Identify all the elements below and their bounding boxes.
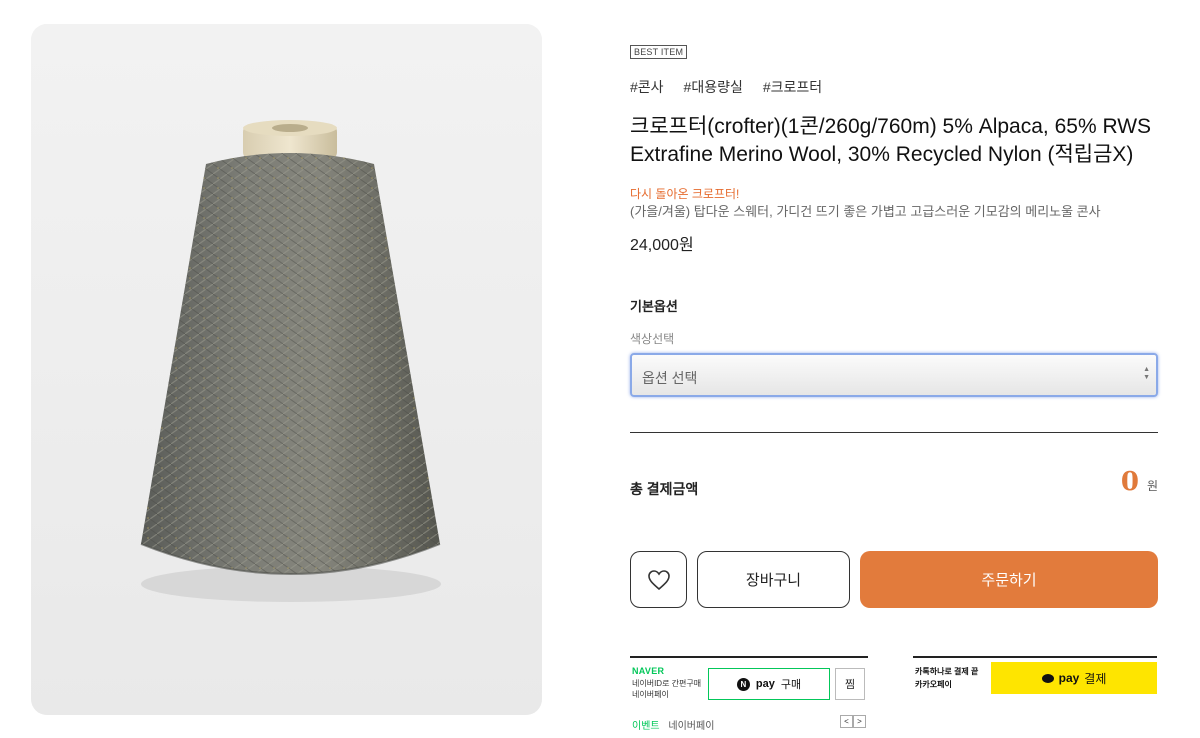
naverpay-zzim-button[interactable]: 찜 <box>835 668 865 700</box>
product-title: 크로프터(crofter)(1콘/260g/760m) 5% Alpaca, 6… <box>630 115 1152 166</box>
select-value: 옵션 선택 <box>642 370 698 386</box>
total-row: 총 결제금액 0 원 <box>630 467 1158 503</box>
tag-cone-yarn[interactable]: #콘사 <box>630 77 664 97</box>
naver-n-icon: N <box>736 677 750 691</box>
product-price: 24,000원 <box>630 237 694 254</box>
select-arrows-icon: ▲ ▼ <box>1143 366 1150 381</box>
option-section-title: 기본옵션 <box>630 299 678 314</box>
npay-buy-text: 구매 <box>780 679 802 691</box>
order-button[interactable]: 주문하기 <box>860 551 1158 608</box>
naverpay-event-text: 네이버페이 <box>668 721 715 732</box>
naverpay-subtitle-1: 네이버ID로 간편구매 <box>632 679 702 688</box>
product-info: BEST ITEM #콘사 #대용량실 #크로프터 크로프터(crofter)(… <box>630 42 1158 608</box>
kpay-label-text: 결제 <box>1084 671 1107 686</box>
total-amount: 0 원 <box>1121 467 1158 497</box>
naver-logo: NAVER <box>632 666 665 676</box>
tag-list: #콘사 #대용량실 #크로프터 <box>630 77 1158 97</box>
npay-pay-text: pay <box>755 678 775 690</box>
heart-icon <box>647 569 670 590</box>
naverpay-panel: NAVER 네이버ID로 간편구매 네이버페이 N pay 구매 찜 이벤트 네… <box>630 656 868 732</box>
kakaopay-line-2: 카카오페이 <box>915 680 952 689</box>
naverpay-event-row: 이벤트 네이버페이 < > <box>632 715 866 732</box>
yarn-cone-image <box>31 24 542 715</box>
total-label: 총 결제금액 <box>630 481 699 497</box>
kpay-pay-text: pay <box>1058 671 1080 685</box>
naverpay-event-label[interactable]: 이벤트 <box>632 721 660 732</box>
tag-large-yarn[interactable]: #대용량실 <box>684 77 743 97</box>
naverpay-info: NAVER 네이버ID로 간편구매 네이버페이 <box>632 666 701 700</box>
promo-text: 다시 돌아온 크로프터! <box>630 187 740 201</box>
kakao-bubble-icon <box>1041 673 1054 683</box>
next-arrow-icon[interactable]: > <box>853 715 866 728</box>
naverpay-buy-button[interactable]: N pay 구매 <box>708 668 830 700</box>
add-to-cart-button[interactable]: 장바구니 <box>697 551 850 608</box>
product-description: (가을/겨울) 탑다운 스웨터, 가디건 뜨기 좋은 가볍고 고급스러운 기모감… <box>630 204 1101 219</box>
action-buttons: 장바구니 주문하기 <box>630 551 1158 608</box>
prev-arrow-icon[interactable]: < <box>840 715 853 728</box>
total-unit: 원 <box>1146 479 1158 493</box>
product-image <box>31 24 542 715</box>
best-item-badge: BEST ITEM <box>630 45 688 59</box>
total-value: 0 <box>1120 467 1139 497</box>
kakaopay-line-1: 카톡하나로 결제 끝 <box>915 667 979 676</box>
color-option-select[interactable]: 옵션 선택 ▲ ▼ <box>630 353 1158 397</box>
kakaopay-panel: 카톡하나로 결제 끝 카카오페이 pay 결제 <box>913 656 1157 694</box>
wishlist-button[interactable] <box>630 551 687 608</box>
event-pager: < > <box>840 715 866 728</box>
kakaopay-info: 카톡하나로 결제 끝 카카오페이 <box>915 665 978 691</box>
naverpay-subtitle-2: 네이버페이 <box>632 690 669 699</box>
color-option-label: 색상선택 <box>630 332 675 346</box>
kakaopay-button[interactable]: pay 결제 <box>991 662 1157 694</box>
divider <box>630 432 1158 433</box>
tag-crofter[interactable]: #크로프터 <box>763 77 822 97</box>
